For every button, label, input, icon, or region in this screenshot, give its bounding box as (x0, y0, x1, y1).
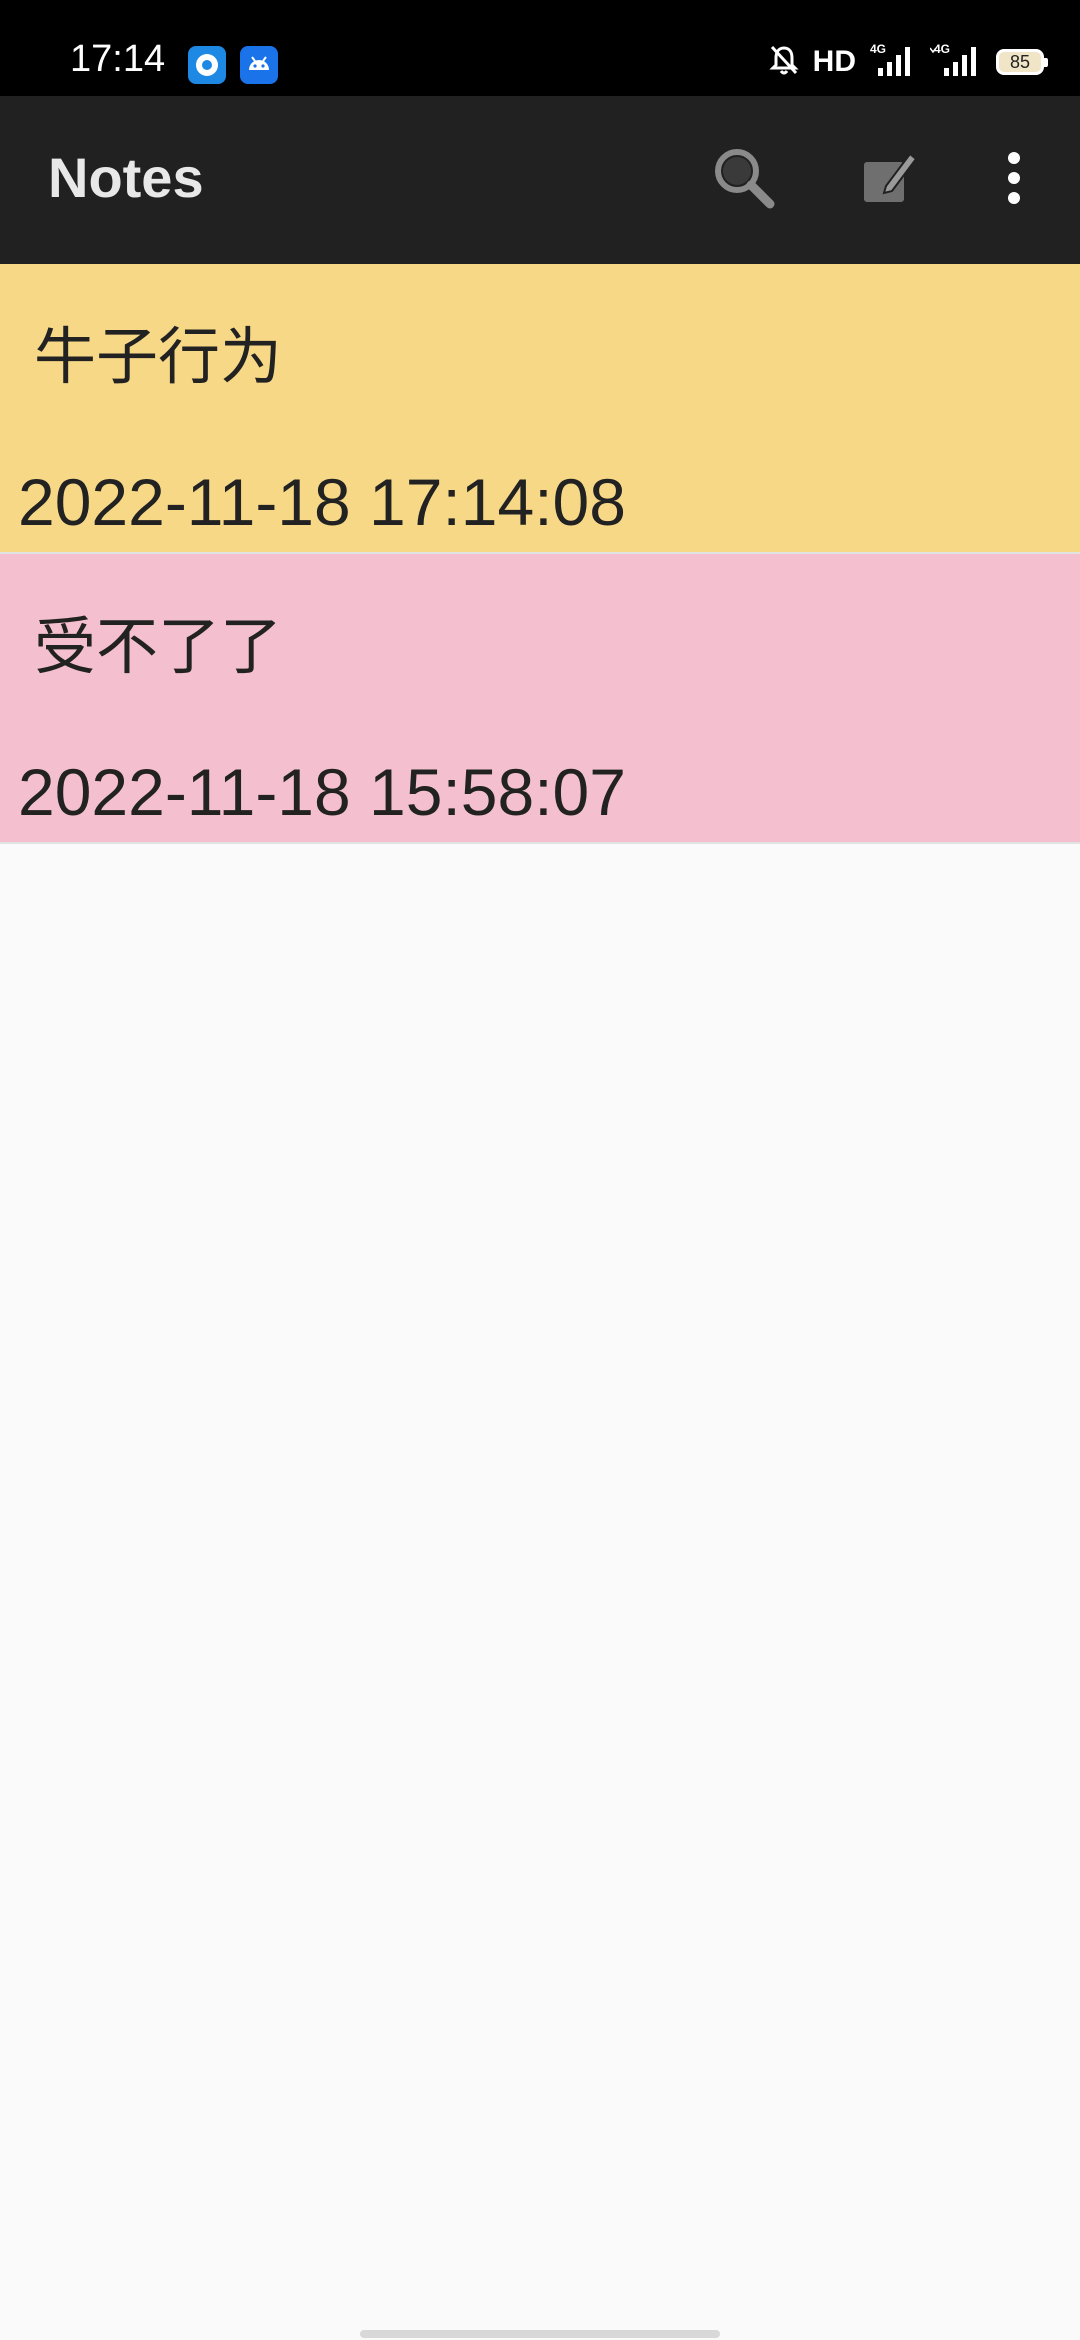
status-indicators: HD 4G 4G 85 (769, 42, 1048, 82)
app-title: Notes (48, 146, 204, 209)
hd-label: HD (812, 45, 856, 78)
status-time: 17:14 (70, 38, 166, 80)
svg-text:4G: 4G (934, 42, 950, 56)
signal-4g-icon: 4G (870, 42, 916, 82)
note-title: 牛子行为 (34, 320, 283, 393)
signal-4g-icon: 4G (929, 42, 982, 82)
note-item[interactable]: 牛子行为 2022-11-18 17:14:08 (0, 264, 1080, 554)
note-timestamp: 2022-11-18 17:14:08 (18, 465, 626, 539)
search-icon (708, 142, 780, 218)
new-note-button[interactable] (848, 140, 928, 220)
note-list: 牛子行为 2022-11-18 17:14:08 受不了了 2022-11-18… (0, 264, 1080, 844)
app-bar: Notes (0, 96, 1080, 264)
status-bar: 17:14 HD 4G 4G 85 (0, 0, 1080, 96)
mute-bell-icon (769, 44, 799, 80)
app-notification-icon (188, 46, 226, 84)
svg-text:4G: 4G (870, 42, 886, 56)
more-vert-icon (1004, 150, 1024, 210)
note-title: 受不了了 (34, 610, 283, 683)
android-icon (240, 46, 278, 84)
battery-level: 85 (1009, 52, 1031, 72)
new-note-icon (856, 146, 920, 214)
more-options-button[interactable] (974, 140, 1054, 220)
home-indicator[interactable] (360, 2330, 720, 2338)
note-item[interactable]: 受不了了 2022-11-18 15:58:07 (0, 554, 1080, 844)
battery-icon: 85 (996, 49, 1048, 75)
search-button[interactable] (704, 140, 784, 220)
note-timestamp: 2022-11-18 15:58:07 (18, 755, 626, 829)
